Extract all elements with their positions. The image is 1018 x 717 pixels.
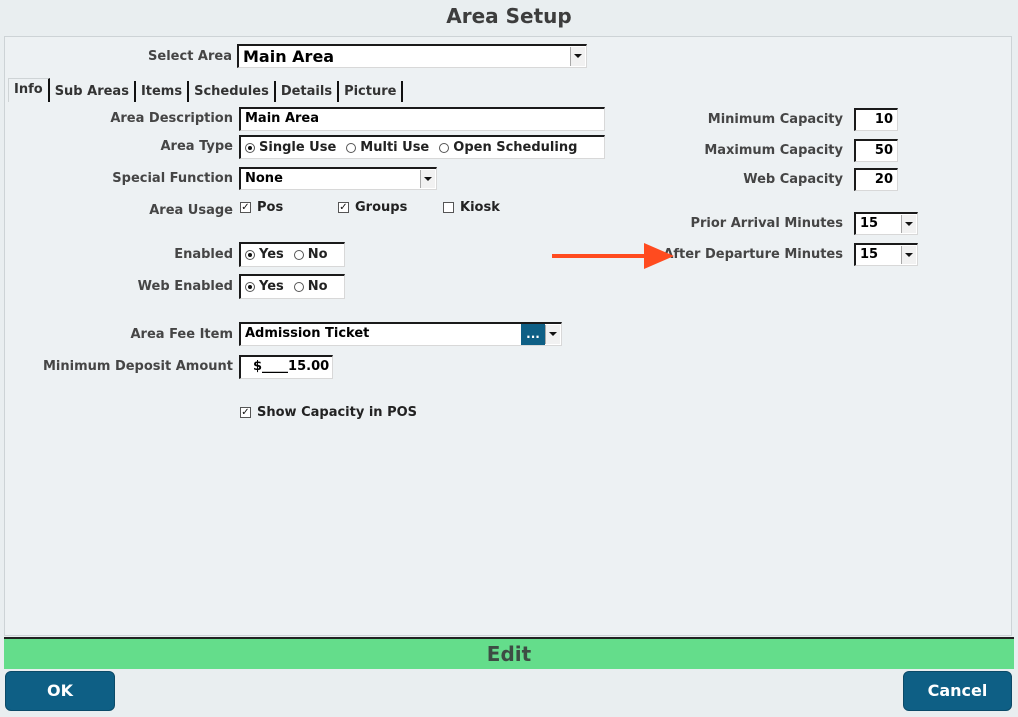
enabled-yes-radio[interactable]: Yes: [245, 245, 284, 265]
web-enabled-radio-group: Yes No: [239, 274, 345, 299]
chevron-down-icon: [545, 325, 560, 344]
special-function-label: Special Function: [112, 171, 233, 186]
area-description-input[interactable]: Main Area: [239, 107, 605, 131]
minimum-deposit-input[interactable]: $____15.00: [239, 355, 333, 379]
ok-button[interactable]: OK: [5, 671, 115, 711]
prior-arrival-minutes-value: 15: [860, 216, 879, 231]
area-usage-groups-checkbox[interactable]: ✓ Groups: [338, 200, 407, 215]
select-area-dropdown[interactable]: Main Area: [237, 44, 587, 68]
tab-schedules[interactable]: Schedules: [189, 81, 276, 102]
area-description-label: Area Description: [110, 111, 233, 126]
show-capacity-checkbox[interactable]: ✓ Show Capacity in POS: [240, 405, 417, 420]
area-usage-pos-checkbox[interactable]: ✓ Pos: [240, 200, 283, 215]
tab-bar: Info Sub Areas Items Schedules Details P…: [8, 78, 404, 102]
web-enabled-no-radio[interactable]: No: [293, 277, 328, 297]
area-type-label: Area Type: [160, 139, 233, 154]
chevron-down-icon: [570, 47, 585, 66]
area-usage-kiosk-checkbox[interactable]: Kiosk: [443, 200, 500, 215]
special-function-dropdown[interactable]: None: [239, 167, 437, 190]
tab-picture[interactable]: Picture: [339, 81, 404, 102]
chevron-down-icon: [901, 246, 916, 264]
after-departure-minutes-value: 15: [860, 247, 879, 262]
chevron-down-icon: [420, 170, 435, 188]
radio-selected-icon: [245, 142, 255, 153]
radio-icon: [293, 250, 304, 260]
prior-arrival-minutes-label: Prior Arrival Minutes: [690, 216, 843, 231]
radio-icon: [439, 142, 450, 153]
edit-status-bar: Edit: [4, 637, 1014, 669]
enabled-label: Enabled: [174, 247, 233, 262]
area-type-open-scheduling[interactable]: Open Scheduling: [439, 138, 577, 158]
chevron-down-icon: [901, 215, 916, 233]
select-area-label: Select Area: [148, 49, 232, 64]
maximum-capacity-label: Maximum Capacity: [704, 143, 843, 158]
annotation-arrow-icon: [552, 243, 674, 269]
web-enabled-yes-radio[interactable]: Yes: [245, 277, 284, 297]
tab-info[interactable]: Info: [8, 78, 50, 102]
checkmark-icon: ✓: [240, 202, 251, 213]
radio-selected-icon: [245, 282, 255, 292]
checkmark-icon: ✓: [240, 407, 251, 418]
tab-details[interactable]: Details: [276, 81, 340, 102]
minimum-deposit-label: Minimum Deposit Amount: [42, 359, 233, 374]
web-capacity-input[interactable]: 20: [854, 168, 898, 191]
cancel-button[interactable]: Cancel: [903, 671, 1012, 711]
checkmark-icon: ✓: [338, 202, 349, 213]
checkbox-empty-icon: [443, 202, 454, 213]
minimum-capacity-label: Minimum Capacity: [707, 112, 843, 127]
tab-items[interactable]: Items: [136, 81, 190, 102]
maximum-capacity-input[interactable]: 50: [854, 139, 898, 162]
enabled-radio-group: Yes No: [239, 242, 345, 267]
enabled-no-radio[interactable]: No: [293, 245, 328, 265]
area-type-multi-use[interactable]: Multi Use: [346, 138, 429, 158]
area-fee-item-value: Admission Ticket: [245, 326, 370, 341]
area-type-single-use[interactable]: Single Use: [245, 138, 336, 158]
after-departure-minutes-dropdown[interactable]: 15: [854, 243, 918, 266]
select-area-value: Main Area: [243, 47, 335, 66]
special-function-value: None: [245, 171, 283, 186]
radio-selected-icon: [245, 250, 255, 260]
web-enabled-label: Web Enabled: [137, 279, 233, 294]
area-usage-label: Area Usage: [149, 203, 233, 218]
radio-icon: [346, 142, 357, 153]
minimum-capacity-input[interactable]: 10: [854, 108, 898, 131]
tab-sub-areas[interactable]: Sub Areas: [50, 81, 136, 102]
radio-icon: [293, 282, 304, 292]
area-type-radio-group: Single Use Multi Use Open Scheduling: [239, 135, 605, 159]
area-fee-item-dropdown[interactable]: Admission Ticket ...: [239, 322, 562, 346]
area-fee-item-label: Area Fee Item: [130, 327, 233, 342]
page-title: Area Setup: [446, 4, 572, 28]
prior-arrival-minutes-dropdown[interactable]: 15: [854, 212, 918, 235]
browse-ellipsis-button[interactable]: ...: [521, 324, 545, 345]
web-capacity-label: Web Capacity: [743, 172, 843, 187]
